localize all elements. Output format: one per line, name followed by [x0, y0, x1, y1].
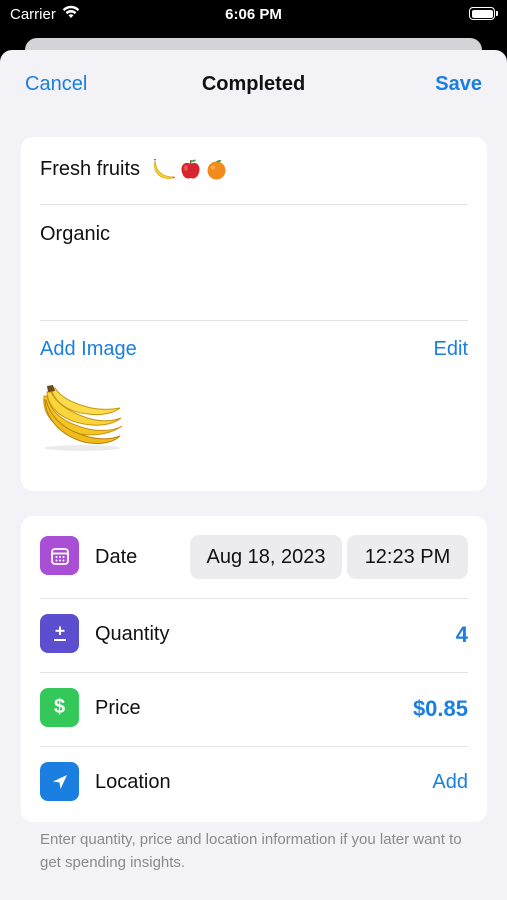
price-value[interactable]: $0.85	[413, 696, 468, 722]
divider	[40, 204, 468, 205]
location-arrow-icon	[40, 762, 79, 801]
time-picker[interactable]: 12:23 PM	[347, 535, 468, 579]
edit-image-button[interactable]: Edit	[434, 338, 468, 361]
location-row: Location Add	[40, 746, 468, 820]
details-card: Date Aug 18, 2023 12:23 PM Quantity 4 $ …	[21, 516, 487, 822]
date-row: Date Aug 18, 2023 12:23 PM	[40, 516, 468, 590]
title-field[interactable]: Fresh fruits	[40, 157, 229, 181]
banana-image[interactable]	[38, 382, 128, 452]
add-location-button[interactable]: Add	[432, 771, 468, 794]
item-card: Fresh fruits Organic Add Image Edit	[21, 137, 487, 491]
battery-icon	[469, 7, 498, 20]
cancel-button[interactable]: Cancel	[25, 73, 87, 96]
fruit-emojis	[152, 157, 229, 181]
footer-hint: Enter quantity, price and location infor…	[40, 831, 462, 871]
quantity-value[interactable]: 4	[456, 622, 468, 648]
quantity-row[interactable]: Quantity 4	[40, 598, 468, 672]
apple-emoji-icon	[181, 159, 200, 179]
plus-minus-icon	[40, 614, 79, 653]
orange-emoji-icon	[207, 160, 226, 180]
status-bar: Carrier 6:06 PM	[0, 0, 507, 30]
price-row[interactable]: $ Price $0.85	[40, 672, 468, 746]
quantity-label: Quantity	[95, 623, 170, 645]
item-title: Fresh fruits	[40, 157, 141, 180]
add-image-button[interactable]: Add Image	[40, 338, 137, 361]
calendar-icon	[40, 536, 79, 575]
date-picker[interactable]: Aug 18, 2023	[190, 535, 342, 579]
banana-emoji-icon	[154, 159, 176, 179]
navigation-bar: Cancel Completed Save	[0, 50, 507, 120]
location-label: Location	[95, 771, 171, 793]
date-label: Date	[95, 546, 138, 568]
notes-field[interactable]: Organic	[40, 223, 110, 246]
dollar-icon: $	[40, 688, 79, 727]
save-button[interactable]: Save	[435, 73, 482, 96]
edit-sheet: Cancel Completed Save Fresh fruits Organ…	[0, 50, 507, 900]
status-time: 6:06 PM	[225, 6, 282, 23]
price-label: Price	[95, 697, 141, 719]
divider	[40, 320, 468, 321]
